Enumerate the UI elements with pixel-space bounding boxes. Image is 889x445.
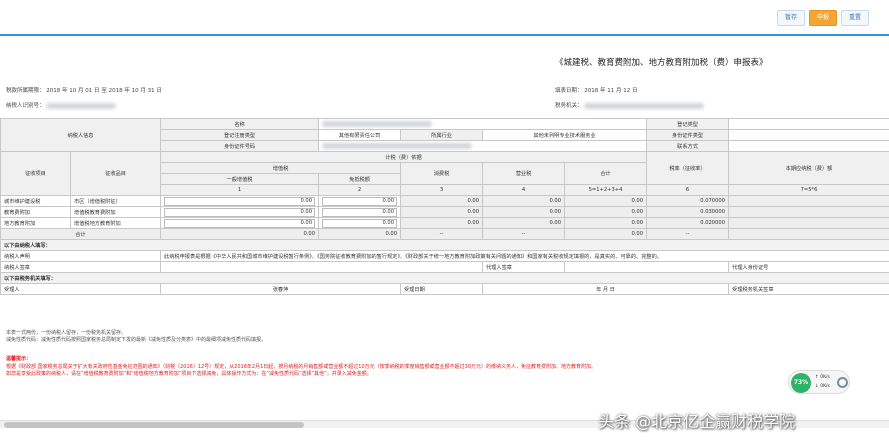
tax-basis-header: 计税（费）依据 — [160, 151, 648, 163]
form-title: 《城建税、教育费附加、地方教育附加税（费）申报表》 — [555, 58, 768, 68]
general-vat-header: 一般增值税 — [160, 173, 320, 185]
contact-label: 联系方式 — [646, 140, 730, 152]
reg-type-value: 其他有限责任公司 — [318, 129, 402, 141]
gauge-icon — [837, 377, 848, 388]
fill-date: 填表日期： 2018 年 11 月 12 日 — [555, 88, 638, 94]
network-speed-widget[interactable]: 73% ↑ 0K/s ↓ 0K/s — [788, 370, 850, 394]
business-tax-header: 营业税 — [482, 162, 566, 185]
top-toolbar: 暂存 申报 重置 — [0, 0, 889, 36]
signature-label: 纳税人签章 — [0, 261, 162, 273]
industry-label: 所属行业 — [400, 129, 484, 141]
watermark: 头条 @北京亿企赢财税学院 — [598, 412, 796, 431]
exempt-vat-input[interactable]: 0.00 — [322, 207, 398, 217]
agent-id-label: 代理人身份证号 — [728, 261, 889, 273]
name-value — [318, 118, 648, 130]
consumption-tax-header: 消费税 — [400, 162, 484, 185]
exempt-vat-header: 免抵税额 — [318, 173, 402, 185]
office-seal-label: 受理税务机关签章 — [728, 283, 889, 295]
save-draft-button[interactable]: 暂存 — [777, 10, 805, 26]
id-number-label: 身份证件号码 — [160, 140, 320, 152]
tax-period: 税款所属期限： 2018 年 10 月 01 日 至 2018 年 10 月 3… — [6, 88, 162, 94]
vat-header: 增值税 — [160, 162, 402, 174]
form-notes: 本表一式两份，一份纳税人留存，一份税务机关留存。 减免性质代码：减免性质代码按照… — [6, 330, 267, 343]
exempt-vat-input[interactable]: 0.00 — [322, 196, 398, 206]
warning-line-1: 根据《财政部 国家税务总局关于扩大有关政府性基金免征范围的通知》（财税〔2016… — [6, 363, 597, 370]
taxpayer-info-label: 纳税人信息 — [0, 118, 162, 152]
table-row: 城市维护建设税 市区（增值税附征） 0.00 0.00 0.00 0.00 0.… — [0, 195, 889, 207]
submit-button[interactable]: 申报 — [809, 10, 837, 26]
general-vat-input[interactable]: 0.00 — [164, 196, 316, 206]
warning-title: 温馨提示： — [6, 356, 32, 362]
rate-header: 税率（征收率） — [646, 151, 730, 185]
agent-label: 代理人签章 — [482, 261, 566, 273]
tax-item-header: 征收项目 — [0, 151, 71, 196]
name-label: 名称 — [160, 118, 320, 130]
general-vat-input[interactable]: 0.00 — [164, 218, 316, 228]
industry-value: 其他未列明专业技术服务业 — [482, 129, 648, 141]
general-vat-input[interactable]: 0.00 — [164, 207, 316, 217]
tax-office-section-title: 以下由税务机关填写： — [0, 272, 889, 284]
declaration-label: 纳税人声明 — [0, 250, 162, 262]
receive-date-value: 年 月 日 — [482, 283, 730, 295]
receiver-label: 受理人 — [0, 283, 162, 295]
id-number-value — [318, 140, 648, 152]
memory-usage-indicator: 73% — [791, 373, 811, 393]
reg-type-label: 登记注册类型 — [160, 129, 320, 141]
total-header: 合计 — [564, 162, 648, 185]
scrollbar-thumb[interactable] — [4, 422, 304, 428]
table-row: 地方教育附加 增值税地方教育附加 0.00 0.00 0.00 0.00 0.0… — [0, 217, 889, 229]
tax-subitem-header: 征收品目 — [69, 151, 162, 196]
declaration-text: 此纳税申报表是根据《中华人民共和国城市维护建设税暂行条例》、《国务院征收教育费附… — [160, 250, 889, 262]
current-tax-header: 本期应纳税（费）额 — [728, 151, 889, 185]
taxpayer-id: 纳税人识别号： — [6, 101, 117, 109]
tax-authority: 税务机关： — [555, 101, 705, 109]
receive-date-label: 受理日期 — [400, 283, 484, 295]
warning-line-2: 如您是享受此政策的纳税人，请在“增值税教育费附加”和“增值税地方教育附加”项目下… — [6, 371, 372, 377]
total-row: 合计 0.00 0.00 -- -- 0.00 -- — [0, 228, 889, 240]
table-row: 教育费附加 增值税教育费附加 0.00 0.00 0.00 0.00 0.00 … — [0, 206, 889, 218]
exempt-vat-input[interactable]: 0.00 — [322, 218, 398, 228]
receiver-value: 张春萍 — [160, 283, 402, 295]
declaration-table: 纳税人信息 名称 登记类型 登记注册类型 其他有限责任公司 所属行业 其他未列明… — [0, 118, 889, 295]
reg-type-right-label: 登记类型 — [646, 118, 730, 130]
warning-box: 温馨提示： 根据《财政部 国家税务总局关于扩大有关政府性基金免征范围的通知》（财… — [6, 356, 766, 379]
taxpayer-section-title: 以下由纳税人填写： — [0, 239, 889, 251]
id-type-right-label: 身份证件类型 — [646, 129, 730, 141]
reset-button[interactable]: 重置 — [841, 10, 869, 26]
